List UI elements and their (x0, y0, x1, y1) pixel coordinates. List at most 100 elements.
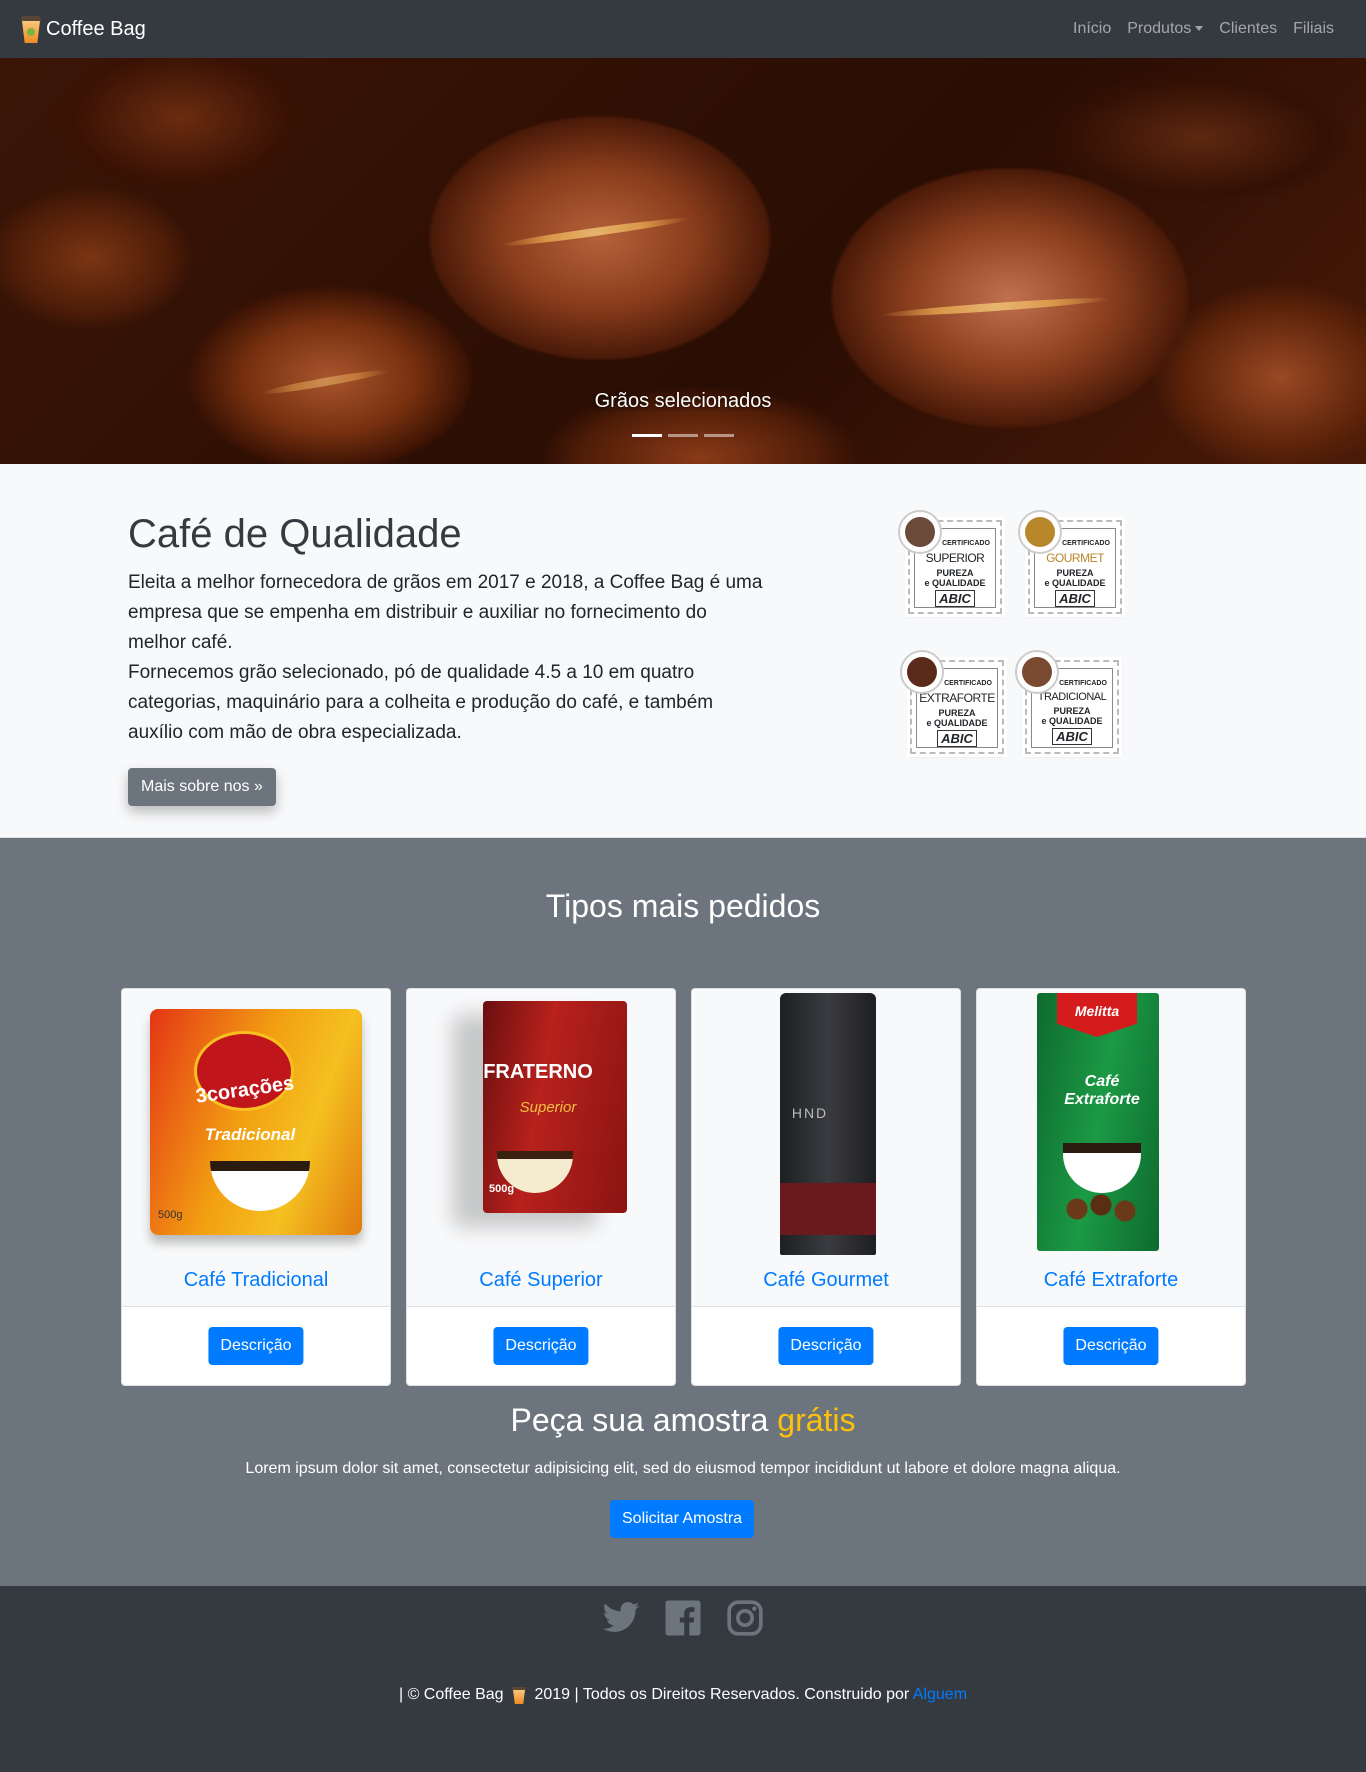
carousel-caption: Grãos selecionados (594, 390, 772, 412)
seal-cert: CERTIFICADO (944, 680, 992, 687)
instagram-icon[interactable] (725, 1598, 765, 1638)
coffee-cup-icon (1063, 1143, 1141, 1193)
description-button[interactable]: Descrição (493, 1327, 589, 1365)
coffee-pack-image: 3corações Tradicional 500g (150, 1009, 362, 1235)
pack-type: Café Extraforte (1064, 1073, 1140, 1108)
pack-type: Superior (519, 1099, 577, 1116)
coffee-pack-image: FRATERNO Superior 500g (483, 1001, 627, 1213)
seal-line: e QUALIDADE (924, 578, 986, 588)
request-sample-button[interactable]: Solicitar Amostra (610, 1500, 755, 1538)
sample-title: Peça sua amostra grátis (0, 1402, 1366, 1439)
seal-brand: ABIC (937, 730, 977, 747)
coffee-bean-badge-icon (898, 510, 942, 554)
certification-seal: CERTIFICADO EXTRAFORTE PUREZA e QUALIDADE… (900, 650, 1004, 754)
description-button[interactable]: Descrição (1063, 1327, 1159, 1365)
hero-carousel[interactable]: Grãos selecionados (0, 58, 1366, 464)
seal-brand: ABIC (935, 590, 975, 607)
product-card: Melitta Café Extraforte Café Extraforte … (976, 988, 1246, 1386)
twitter-icon[interactable] (601, 1598, 641, 1638)
copyright: | © Coffee Bag 2019 | Todos os Direitos … (0, 1686, 1366, 1704)
seal-line: e QUALIDADE (1041, 716, 1103, 726)
product-title[interactable]: Café Tradicional (122, 1269, 390, 1292)
certification-seal: CERTIFICADO SUPERIOR PUREZA e QUALIDADE A… (898, 510, 1002, 614)
product-image: Melitta Café Extraforte (977, 989, 1245, 1307)
product-title[interactable]: Café Extraforte (977, 1269, 1245, 1292)
seal-category: SUPERIOR (925, 551, 985, 565)
coffee-cup-icon (210, 1161, 310, 1211)
product-image: 3corações Tradicional 500g (122, 989, 390, 1307)
seal-line: PUREZA (936, 568, 974, 578)
nav-link-inicio[interactable]: Início (1065, 20, 1119, 38)
bean-fill (1025, 517, 1055, 547)
description-button[interactable]: Descrição (208, 1327, 304, 1365)
pack-brand: FRATERNO (483, 1061, 593, 1083)
product-title[interactable]: Café Gourmet (692, 1269, 960, 1292)
nav-link-filiais[interactable]: Filiais (1285, 20, 1342, 38)
pack-brand: HND (791, 1105, 829, 1121)
copyright-suffix: 2019 | Todos os Direitos Reservados. Con… (534, 1686, 910, 1704)
seal-purity: PUREZA e QUALIDADE (1035, 568, 1115, 588)
seal-line: PUREZA (1056, 568, 1094, 578)
brand-link[interactable]: Coffee Bag (20, 14, 146, 44)
footer: | © Coffee Bag 2019 | Todos os Direitos … (0, 1586, 1366, 1772)
author-link[interactable]: Alguem (913, 1686, 967, 1703)
pack-brand: Melitta (1074, 1003, 1120, 1019)
coffee-bean-badge-icon (1018, 510, 1062, 554)
about-paragraph: Fornecemos grão selecionado, pó de quali… (128, 662, 714, 743)
pack-type: Tradicional (204, 1125, 296, 1144)
pack-stripe (780, 1183, 876, 1235)
nav-dropdown-produtos[interactable]: Produtos (1119, 20, 1211, 38)
seal-purity: PUREZA e QUALIDADE (1032, 706, 1112, 726)
carousel-indicator[interactable] (668, 434, 698, 437)
coffee-bean-badge-icon (1015, 650, 1059, 694)
product-card: HND Café Gourmet Descrição (691, 988, 961, 1386)
carousel-indicator[interactable] (632, 434, 662, 437)
products-section: Tipos mais pedidos 3corações Tradicional… (0, 838, 1366, 1586)
carousel-indicator[interactable] (704, 434, 734, 437)
brand-name: Coffee Bag (46, 17, 146, 40)
about-section: Café de Qualidade Eleita a melhor fornec… (0, 464, 1366, 838)
nav-dropdown-label: Produtos (1127, 20, 1192, 37)
seal-cert: CERTIFICADO (1062, 540, 1110, 547)
bean-fill (1022, 657, 1052, 687)
bean-fill (905, 517, 935, 547)
navbar: Coffee Bag Início Produtos Clientes Fili… (0, 0, 1366, 58)
about-more-button[interactable]: Mais sobre nos » (128, 768, 276, 806)
social-links (0, 1598, 1366, 1638)
about-paragraph: Eleita a melhor fornecedora de grãos em … (128, 572, 763, 653)
bean-fill (907, 657, 937, 687)
product-image: HND (692, 989, 960, 1307)
sample-text: Lorem ipsum dolor sit amet, consectetur … (245, 1460, 1121, 1477)
pack-weight: 500g (158, 1209, 183, 1221)
seal-line: e QUALIDADE (1044, 578, 1106, 588)
coffee-bean-badge-icon (900, 650, 944, 694)
coffee-cup-icon (512, 1686, 527, 1704)
description-button[interactable]: Descrição (778, 1327, 874, 1365)
sample-title-highlight: grátis (777, 1402, 856, 1438)
facebook-icon[interactable] (663, 1598, 703, 1638)
seal-cert: CERTIFICADO (942, 540, 990, 547)
nav-link-clientes[interactable]: Clientes (1211, 20, 1285, 38)
pack-weight: 500g (489, 1183, 515, 1195)
seal-line: PUREZA (938, 708, 976, 718)
product-image: FRATERNO Superior 500g (407, 989, 675, 1307)
seal-brand: ABIC (1055, 590, 1095, 607)
certification-seal: CERTIFICADO GOURMET PUREZA e QUALIDADE AB… (1018, 510, 1122, 614)
coffee-cup-icon (20, 14, 42, 44)
certification-seal: CERTIFICADO TRADICIONAL PUREZA e QUALIDAD… (1015, 650, 1119, 754)
seal-category: EXTRAFORTE (919, 691, 995, 705)
seal-brand: ABIC (1052, 728, 1092, 745)
copyright-prefix: | © Coffee Bag (398, 1686, 504, 1704)
product-card: FRATERNO Superior 500g Café Superior Des… (406, 988, 676, 1386)
about-title: Café de Qualidade (128, 512, 462, 556)
seal-category: GOURMET (1046, 551, 1104, 565)
products-heading: Tipos mais pedidos (545, 888, 821, 924)
seal-cert: CERTIFICADO (1059, 680, 1107, 687)
seal-purity: PUREZA e QUALIDADE (915, 568, 995, 588)
product-title[interactable]: Café Superior (407, 1269, 675, 1292)
seal-line: PUREZA (1053, 706, 1091, 716)
bean-highlight (500, 214, 690, 250)
coffee-pack-image: Melitta Café Extraforte (1037, 993, 1159, 1251)
about-text: Eleita a melhor fornecedora de grãos em … (128, 568, 768, 748)
coffee-beans (1061, 1189, 1141, 1229)
